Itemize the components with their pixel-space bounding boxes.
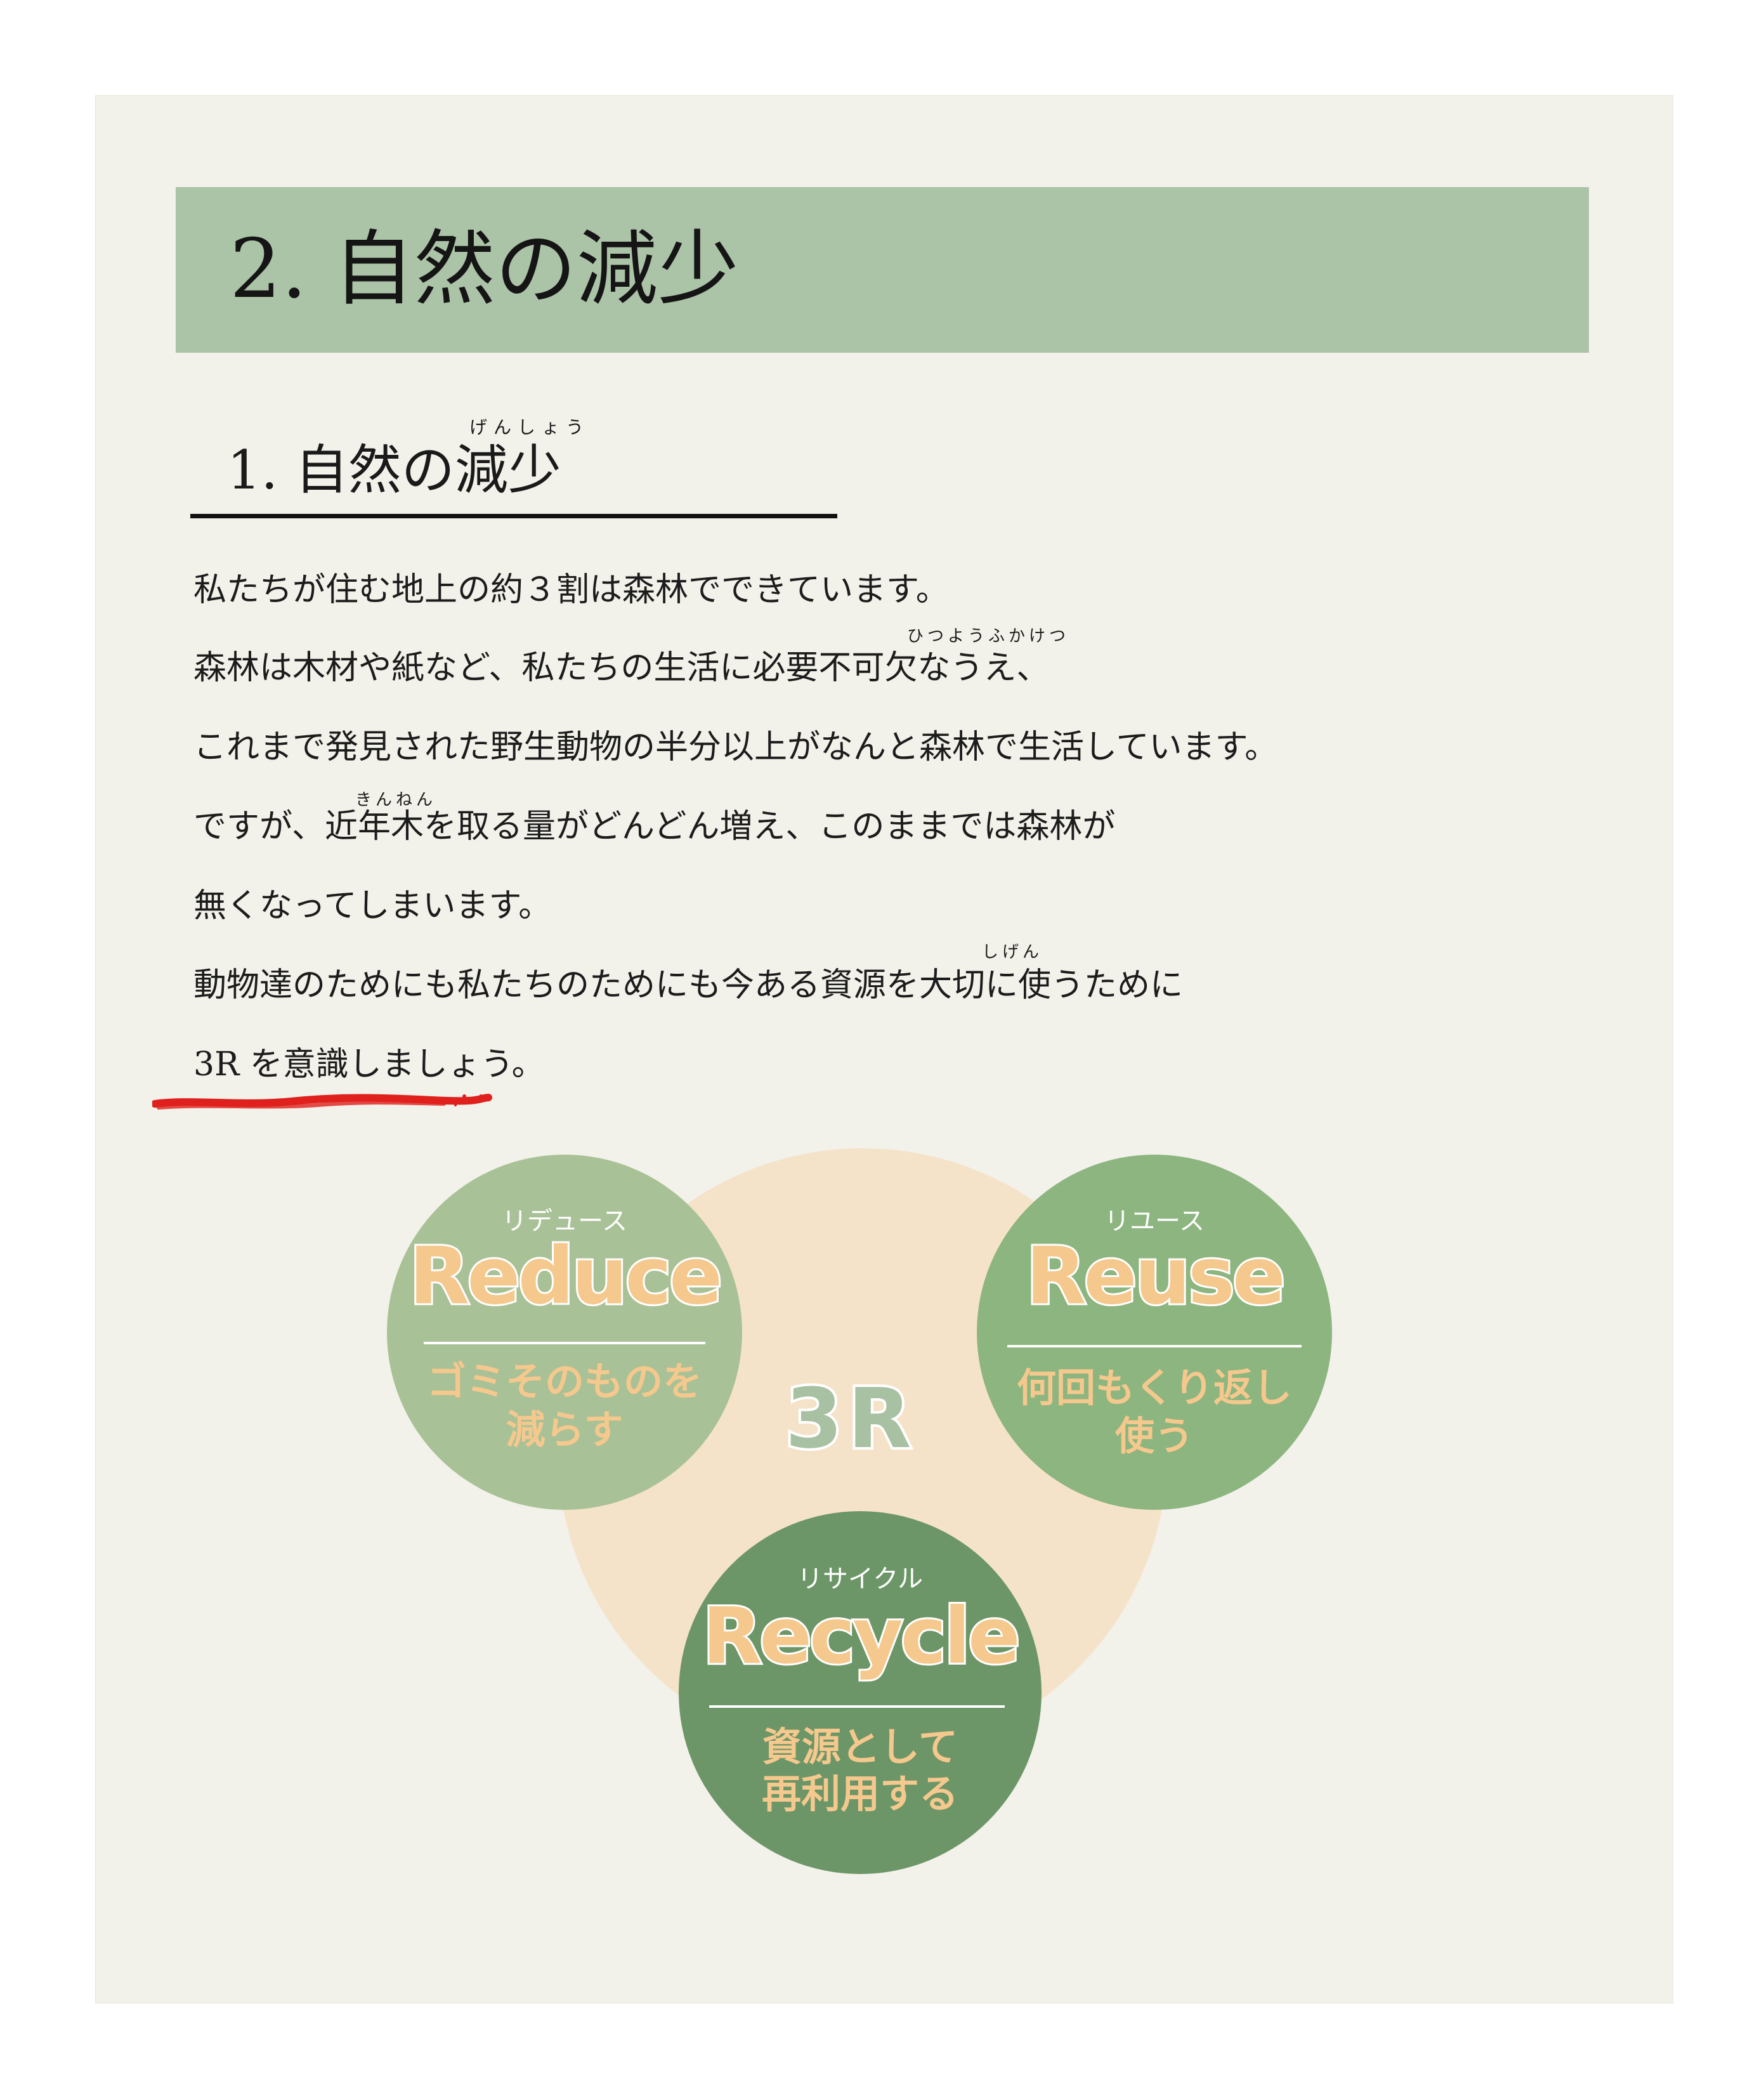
section-underline <box>190 514 837 518</box>
body-line-3: これまで発見された野生動物の半分以上がなんと森林で生活しています。 <box>193 728 1278 766</box>
recycle-desc-line1: 資源として <box>762 1724 958 1770</box>
reduce-divider <box>424 1342 705 1344</box>
ruby-shigen: しげん <box>982 943 1043 962</box>
reduce-desc-line1: ゴミそのものを <box>426 1358 702 1405</box>
body-line-2: 森林は木材や紙など、私たちの生活に必要不可欠なうえ、 <box>193 649 1050 687</box>
reduce-desc-line2: 減らす <box>506 1406 624 1453</box>
red-brush-underline <box>152 1094 492 1110</box>
recycle-kana: リサイクル <box>797 1564 923 1594</box>
body-line-6: 動物達のためにも私たちのためにも今ある資源を大切に使うために <box>193 966 1184 1004</box>
3r-center-label: 3R <box>783 1368 917 1469</box>
recycle-divider <box>709 1705 1005 1708</box>
chapter-title: 2. 自然の減少 <box>230 222 739 317</box>
section-title: 1. 自然の減少 <box>227 439 561 501</box>
recycle-word: Recycle <box>700 1589 1022 1683</box>
body-line-5: 無くなってしまいます。 <box>193 887 552 925</box>
body-line-7: 3R を意識しましょう。 <box>193 1046 545 1084</box>
body-line-4: ですが、近年木を取る量がどんどん増え、このままでは森林が <box>193 808 1116 846</box>
reduce-word: Reduce <box>407 1229 724 1324</box>
reuse-desc-line2: 使う <box>1114 1413 1194 1459</box>
reuse-divider <box>1007 1345 1302 1347</box>
body-line-1: 私たちが住む地上の約３割は森林でできています。 <box>193 571 949 609</box>
recycle-desc-line2: 再利用する <box>761 1771 958 1817</box>
reuse-word: Reuse <box>1024 1229 1288 1324</box>
reuse-desc-line1: 何回もくり返し <box>1016 1365 1292 1411</box>
ruby-hitsuyoufukaketsu: ひつようふかけつ <box>907 627 1070 646</box>
